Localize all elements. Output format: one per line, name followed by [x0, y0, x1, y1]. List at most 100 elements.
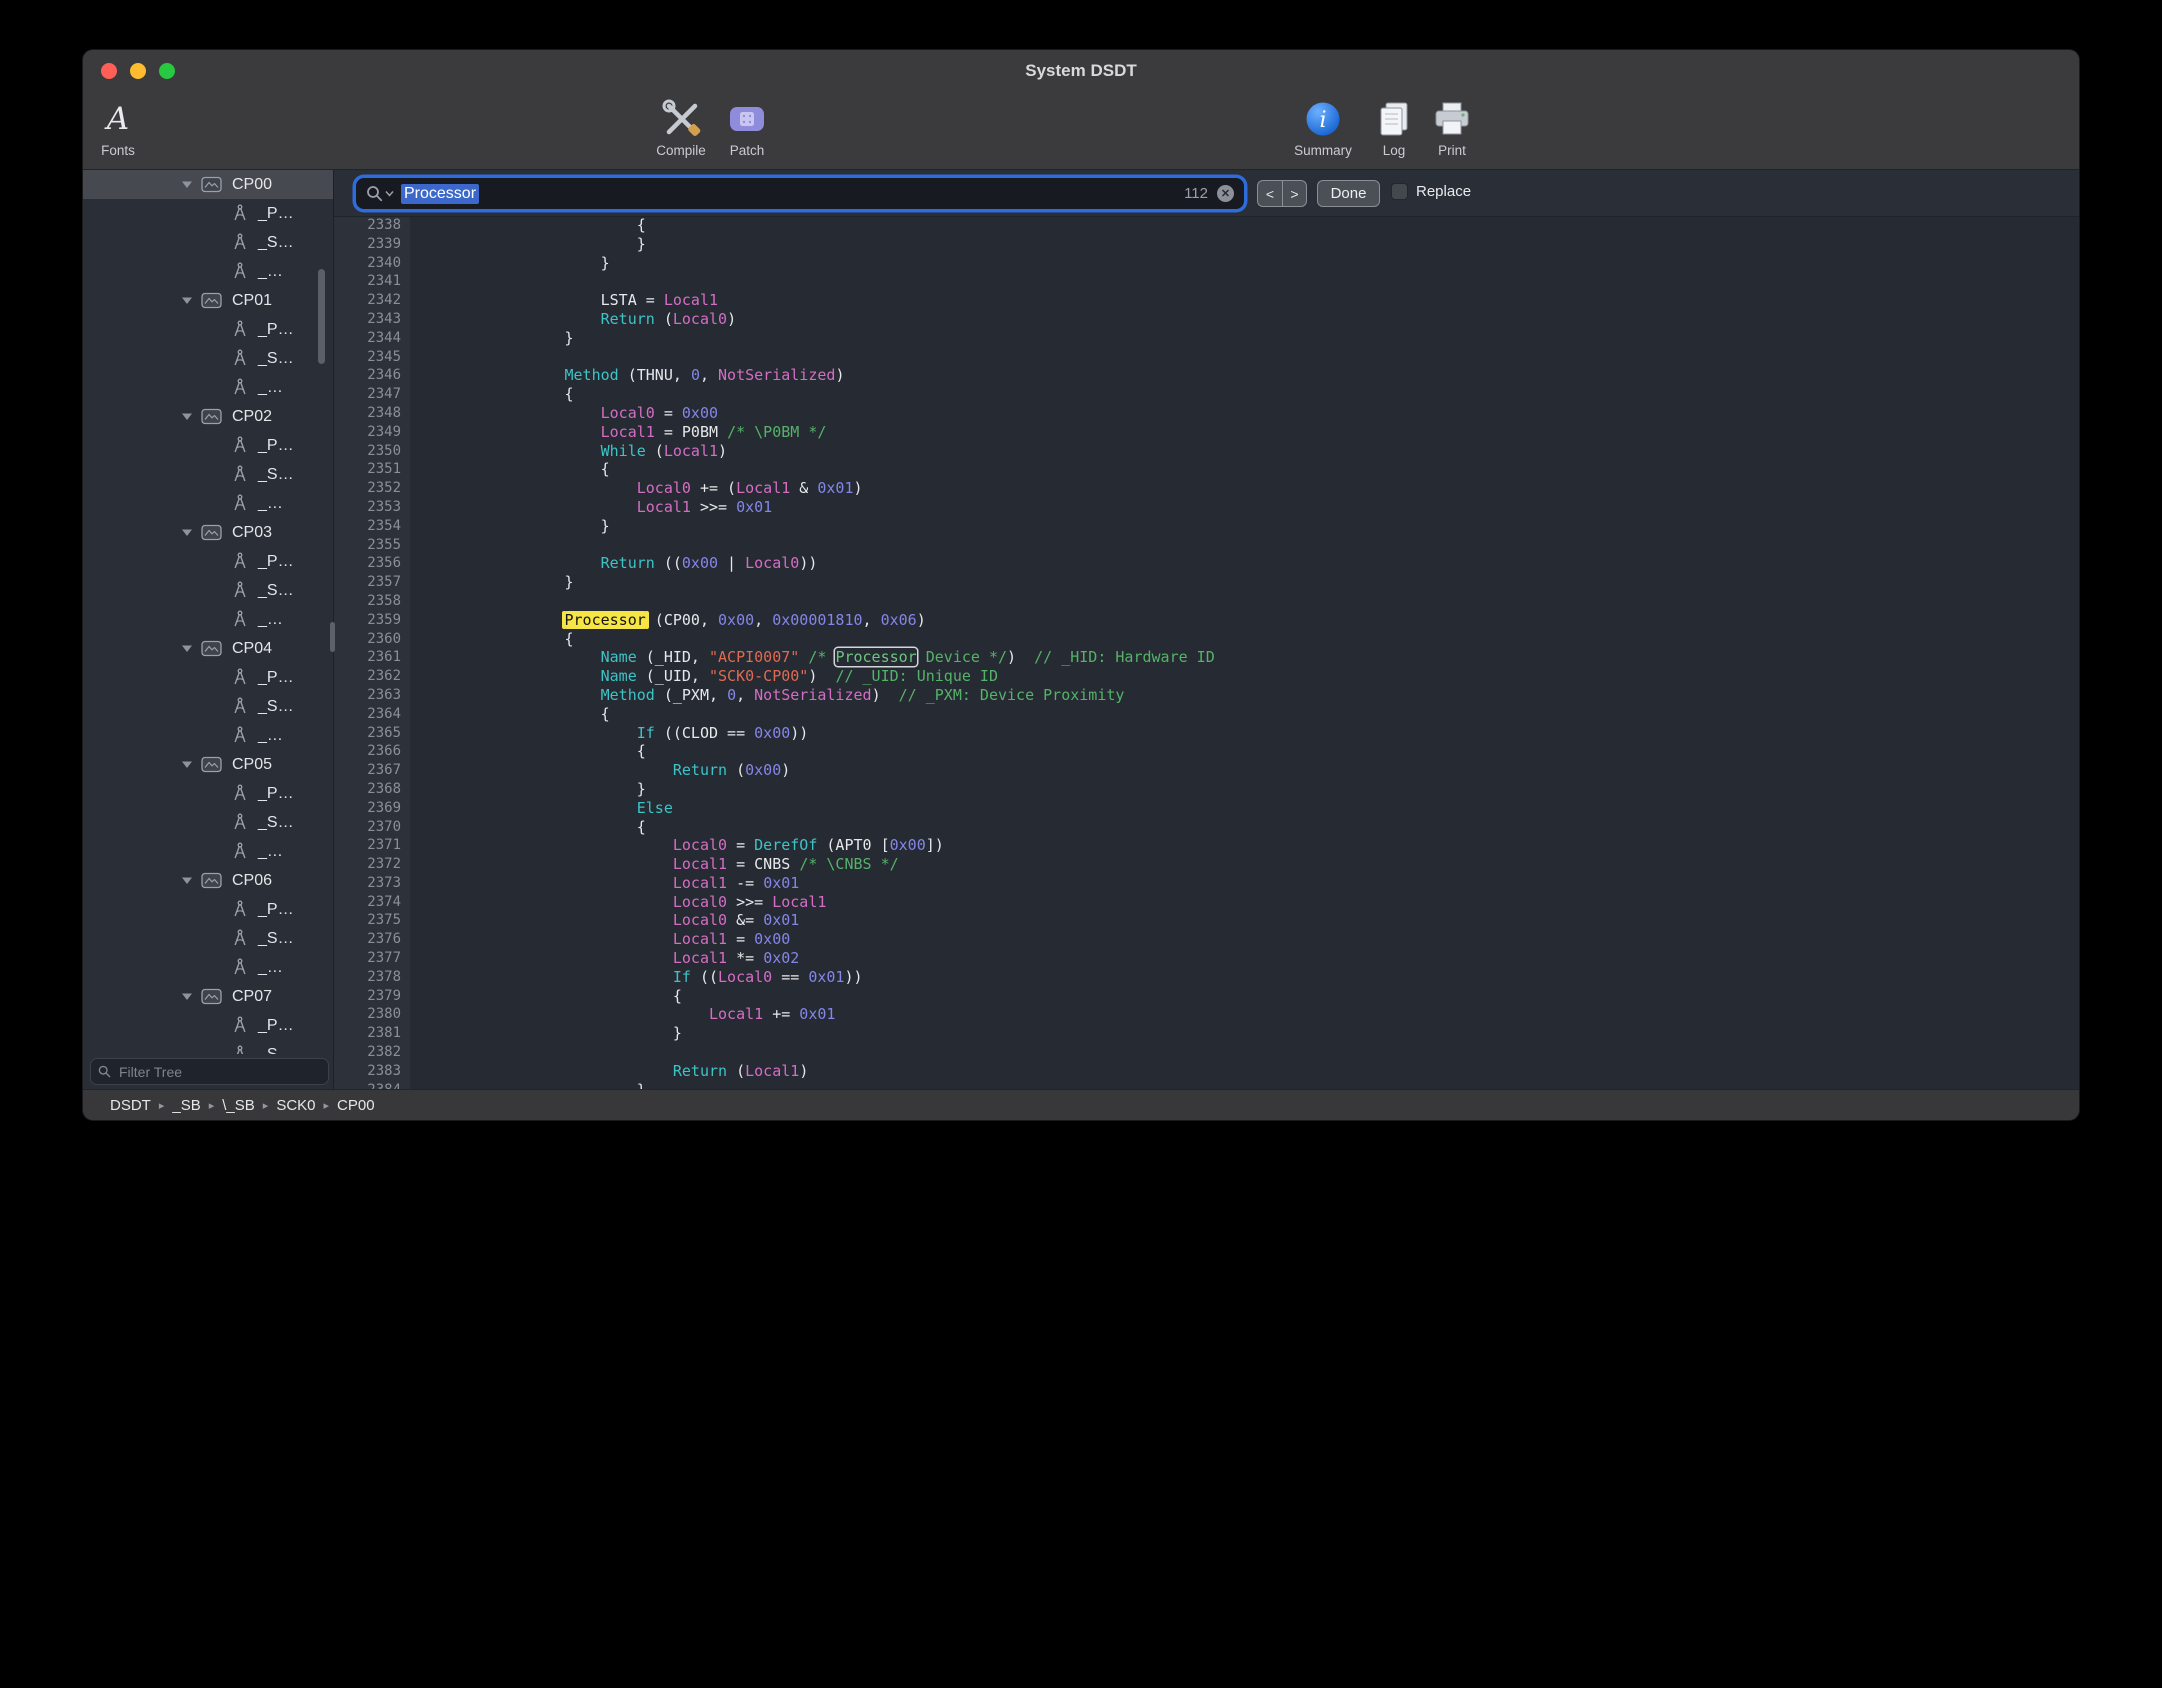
- breadcrumb-item[interactable]: \_SB: [222, 1097, 255, 1114]
- disclosure-triangle[interactable]: [181, 876, 194, 885]
- disclosure-triangle[interactable]: [181, 412, 194, 421]
- tree-item[interactable]: _…: [83, 721, 333, 750]
- method-icon: [232, 465, 248, 484]
- line-number: 2354: [334, 517, 410, 536]
- tree-item[interactable]: _P…: [83, 779, 333, 808]
- tree-item-label: _…: [258, 611, 283, 629]
- disclosure-triangle[interactable]: [181, 760, 194, 769]
- done-button[interactable]: Done: [1317, 180, 1380, 207]
- line-number: 2372: [334, 855, 410, 874]
- code-line: Return ((0x00 | Local0)): [420, 554, 2079, 573]
- method-icon: [232, 378, 248, 397]
- disclosure-triangle[interactable]: [181, 296, 194, 305]
- compile-button[interactable]: Compile: [646, 96, 716, 158]
- tree-item[interactable]: _P…: [83, 431, 333, 460]
- tree-item-cp00[interactable]: CP00: [83, 170, 333, 199]
- patch-button[interactable]: Patch: [712, 96, 782, 158]
- tree-item-cp01[interactable]: CP01: [83, 286, 333, 315]
- tree-item-label: _P…: [258, 205, 294, 223]
- breadcrumb-item[interactable]: SCK0: [276, 1097, 315, 1114]
- tree-item[interactable]: _P…: [83, 199, 333, 228]
- tree-item[interactable]: _S…: [83, 576, 333, 605]
- tree-item[interactable]: _S…: [83, 692, 333, 721]
- tree-item[interactable]: _…: [83, 489, 333, 518]
- line-number: 2350: [334, 442, 410, 461]
- tree-item[interactable]: _…: [83, 257, 333, 286]
- close-button[interactable]: [101, 63, 117, 79]
- line-number: 2345: [334, 348, 410, 367]
- tree-item[interactable]: _P…: [83, 663, 333, 692]
- tree-item[interactable]: _…: [83, 837, 333, 866]
- code-line: [420, 592, 2079, 611]
- tree-item[interactable]: _S…: [83, 344, 333, 373]
- splitter-handle[interactable]: [330, 622, 335, 652]
- breadcrumb-item[interactable]: _SB: [172, 1097, 200, 1114]
- filter-field: [90, 1058, 329, 1085]
- tree-item-cp03[interactable]: CP03: [83, 518, 333, 547]
- tree-item-label: CP00: [232, 176, 272, 194]
- code-line: While (Local1): [420, 442, 2079, 461]
- code-line: }: [420, 235, 2079, 254]
- breadcrumb-item[interactable]: DSDT: [110, 1097, 151, 1114]
- tree-item-cp02[interactable]: CP02: [83, 402, 333, 431]
- print-label: Print: [1438, 143, 1466, 158]
- tree-item[interactable]: _P…: [83, 1011, 333, 1040]
- method-icon: [232, 842, 248, 861]
- code-line: [420, 536, 2079, 555]
- clear-search-button[interactable]: ✕: [1217, 185, 1234, 202]
- print-button[interactable]: Print: [1417, 96, 1487, 158]
- tree-item[interactable]: _P…: [83, 315, 333, 344]
- line-number: 2378: [334, 968, 410, 987]
- disclosure-triangle[interactable]: [181, 180, 194, 189]
- line-number: 2339: [334, 235, 410, 254]
- main-content: CP00_P…_S…_…CP01_P…_S…_…CP02_P…_S…_…CP03…: [83, 170, 2079, 1090]
- breadcrumb-item[interactable]: CP00: [337, 1097, 375, 1114]
- find-input[interactable]: Processor 112 ✕: [356, 178, 1244, 209]
- code-line: }: [420, 573, 2079, 592]
- code-line: Local1 = 0x00: [420, 930, 2079, 949]
- fonts-button[interactable]: A Fonts: [83, 96, 153, 158]
- search-match-current: Processor: [835, 648, 916, 666]
- tree-item-cp07[interactable]: CP07: [83, 982, 333, 1011]
- scope-icon: [201, 640, 222, 657]
- tree-item[interactable]: _P…: [83, 895, 333, 924]
- tree-item[interactable]: _S…: [83, 460, 333, 489]
- find-previous-button[interactable]: <: [1257, 180, 1282, 207]
- replace-checkbox[interactable]: [1391, 183, 1408, 200]
- tree-item-cp04[interactable]: CP04: [83, 634, 333, 663]
- tree-item[interactable]: _P…: [83, 547, 333, 576]
- disclosure-triangle[interactable]: [181, 528, 194, 537]
- method-icon: [232, 436, 248, 455]
- code-editor[interactable]: { } } LSTA = Local1 Return (Local0) } Me…: [410, 216, 2079, 1090]
- minimize-button[interactable]: [130, 63, 146, 79]
- code-line: Local1 += 0x01: [420, 1005, 2079, 1024]
- scope-icon: [201, 988, 222, 1005]
- tree-item[interactable]: _S…: [83, 1040, 333, 1054]
- line-number: 2347: [334, 385, 410, 404]
- filter-input[interactable]: [117, 1063, 321, 1081]
- disclosure-triangle[interactable]: [181, 644, 194, 653]
- app-window: System DSDT A Fonts Compile: [83, 50, 2079, 1120]
- tree-item[interactable]: _…: [83, 605, 333, 634]
- code-line: Return (0x00): [420, 761, 2079, 780]
- tree-item[interactable]: _S…: [83, 808, 333, 837]
- tree-item[interactable]: _S…: [83, 228, 333, 257]
- line-number: 2356: [334, 554, 410, 573]
- zoom-button[interactable]: [159, 63, 175, 79]
- tree-item-label: _S…: [258, 350, 294, 368]
- tree-item-cp05[interactable]: CP05: [83, 750, 333, 779]
- line-number: 2355: [334, 536, 410, 555]
- code-line: If ((CLOD == 0x00)): [420, 724, 2079, 743]
- tree-item[interactable]: _…: [83, 373, 333, 402]
- sidebar-scrollbar[interactable]: [318, 269, 325, 364]
- tree-item[interactable]: _S…: [83, 924, 333, 953]
- tree-item-cp06[interactable]: CP06: [83, 866, 333, 895]
- scope-icon: [201, 408, 222, 425]
- scope-icon: [201, 176, 222, 193]
- code-line: [420, 272, 2079, 291]
- summary-button[interactable]: i Summary: [1288, 96, 1358, 158]
- tree-item[interactable]: _…: [83, 953, 333, 982]
- find-next-button[interactable]: >: [1282, 180, 1307, 207]
- disclosure-triangle[interactable]: [181, 992, 194, 1001]
- fonts-icon: A: [107, 96, 129, 142]
